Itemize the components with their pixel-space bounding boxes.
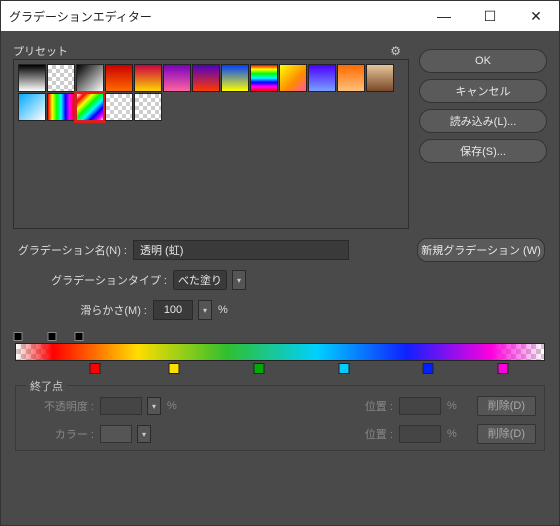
preset-swatch[interactable]	[192, 64, 220, 92]
save-button[interactable]: 保存(S)...	[419, 139, 547, 163]
opacity-stop[interactable]	[13, 332, 22, 341]
position-input[interactable]	[399, 425, 441, 443]
preset-swatch[interactable]	[76, 64, 104, 92]
close-button[interactable]: ✕	[513, 1, 559, 31]
preset-swatch[interactable]	[105, 64, 133, 92]
position-label: 位置 :	[323, 426, 393, 442]
preset-swatch[interactable]	[337, 64, 365, 92]
opacity-stop[interactable]	[48, 332, 57, 341]
delete-button[interactable]: 削除(D)	[477, 396, 536, 416]
gradient-name-label: グラデーション名(N) :	[15, 242, 127, 258]
percent-label: %	[447, 428, 457, 440]
preset-swatch[interactable]	[105, 93, 133, 121]
opacity-input[interactable]	[100, 397, 142, 415]
preset-swatch-selected[interactable]	[76, 93, 104, 121]
titlebar: グラデーションエディター — ☐ ✕	[1, 1, 559, 31]
endpoint-legend: 終了点	[26, 378, 67, 394]
ok-button[interactable]: OK	[419, 49, 547, 73]
color-label: カラー :	[24, 426, 94, 442]
gradient-type-label: グラデーションタイプ :	[15, 272, 167, 288]
chevron-down-icon[interactable]: ▾	[198, 300, 212, 320]
position-input[interactable]	[399, 397, 441, 415]
preset-grid	[18, 64, 404, 121]
presets-label: プリセット	[13, 43, 390, 59]
opacity-label: 不透明度 :	[24, 398, 94, 414]
preset-swatch[interactable]	[134, 64, 162, 92]
opacity-stop[interactable]	[74, 332, 83, 341]
color-stop[interactable]	[497, 363, 508, 374]
color-swatch[interactable]	[100, 425, 132, 443]
smoothness-unit: %	[218, 304, 228, 316]
preset-box	[13, 59, 409, 229]
color-stop[interactable]	[423, 363, 434, 374]
preset-swatch[interactable]	[279, 64, 307, 92]
new-gradient-button[interactable]: 新規グラデーション (W)	[417, 238, 545, 262]
maximize-button[interactable]: ☐	[467, 1, 513, 31]
color-stop[interactable]	[338, 363, 349, 374]
percent-label: %	[447, 400, 457, 412]
chevron-down-icon[interactable]: ▾	[232, 270, 246, 290]
color-stop-track[interactable]	[15, 361, 545, 379]
preset-swatch[interactable]	[47, 64, 75, 92]
chevron-down-icon[interactable]: ▾	[137, 425, 151, 443]
preset-swatch[interactable]	[18, 64, 46, 92]
load-button[interactable]: 読み込み(L)...	[419, 109, 547, 133]
window: グラデーションエディター — ☐ ✕ プリセット ⚙	[0, 0, 560, 526]
gradient-name-input[interactable]	[133, 240, 349, 260]
gradient-type-dropdown[interactable]: べた塗り	[173, 270, 227, 290]
percent-label: %	[167, 400, 177, 412]
window-title: グラデーションエディター	[9, 8, 421, 25]
preset-swatch[interactable]	[221, 64, 249, 92]
smoothness-label: 滑らかさ(M) :	[15, 302, 147, 318]
color-stop[interactable]	[253, 363, 264, 374]
preset-swatch[interactable]	[163, 64, 191, 92]
opacity-stop-track[interactable]	[15, 329, 545, 343]
delete-button[interactable]: 削除(D)	[477, 424, 536, 444]
preset-swatch[interactable]	[47, 93, 75, 121]
endpoint-group: 終了点 不透明度 : ▾ % 位置 : % 削除(D) カラー : ▾ 位置 :…	[15, 385, 545, 451]
preset-swatch[interactable]	[250, 64, 278, 92]
color-stop[interactable]	[89, 363, 100, 374]
smoothness-input[interactable]	[153, 300, 193, 320]
chevron-down-icon[interactable]: ▾	[147, 397, 161, 415]
gradient-bar[interactable]	[15, 343, 545, 361]
gear-icon[interactable]: ⚙	[390, 44, 401, 58]
preset-swatch[interactable]	[366, 64, 394, 92]
position-label: 位置 :	[323, 398, 393, 414]
preset-swatch[interactable]	[18, 93, 46, 121]
gradient-type-value: べた塗り	[178, 272, 222, 288]
minimize-button[interactable]: —	[421, 1, 467, 31]
preset-swatch[interactable]	[308, 64, 336, 92]
color-stop[interactable]	[169, 363, 180, 374]
cancel-button[interactable]: キャンセル	[419, 79, 547, 103]
preset-swatch[interactable]	[134, 93, 162, 121]
